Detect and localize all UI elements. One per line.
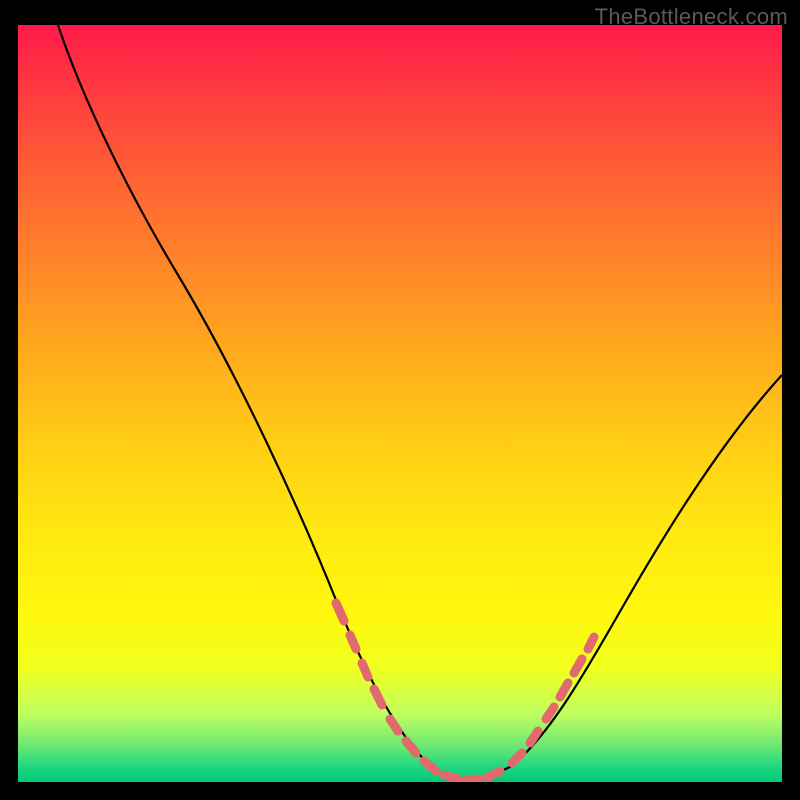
bottleneck-curve-path [58,25,782,779]
left-marker-dashes [336,603,500,780]
bottleneck-chart [18,25,782,782]
right-marker-dashes [512,637,594,763]
watermark-text: TheBottleneck.com [595,4,788,30]
